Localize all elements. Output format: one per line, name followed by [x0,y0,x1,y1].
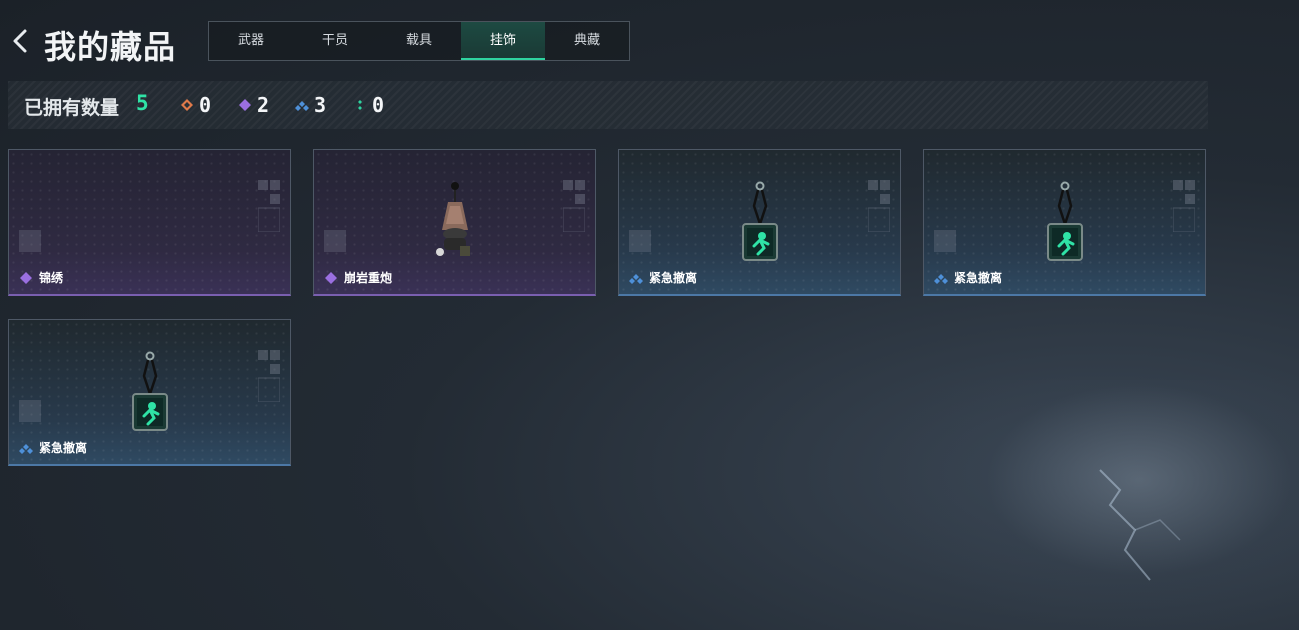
grid-decoration-icon [868,180,890,232]
square-decoration-icon [19,230,41,252]
owned-count-label: 已拥有数量 [24,97,120,119]
charm-card[interactable]: 紧急撤离 [618,149,901,296]
tab-collection[interactable]: 典藏 [545,22,629,60]
square-decoration-icon [19,400,41,422]
charm-name: 紧急撤离 [649,271,698,285]
charm-label: 紧急撤离 [934,269,1002,286]
charm-name: 紧急撤离 [954,271,1003,285]
page-title: 我的藏品 [44,28,177,66]
rarity-blue-count: 3 [314,93,327,117]
grid-decoration-icon [1173,180,1195,232]
category-tabs: 武器 干员 载具 挂饰 典藏 [208,21,630,61]
charm-card[interactable]: 紧急撤离 [923,149,1206,296]
owned-count-value: 5 [136,91,149,115]
emergency-evac-charm-icon [131,351,168,431]
blue-diamond-icon [19,443,33,454]
grid-decoration-icon [258,350,280,402]
grid-decoration-icon [563,180,585,232]
charm-label: 崩岩重炮 [324,269,392,286]
back-arrow-icon[interactable] [10,28,32,54]
charm-label: 紧急撤离 [19,439,87,456]
emergency-evac-charm-icon [741,181,778,261]
rarity-green-stat: 0 [353,93,384,117]
charm-card[interactable]: 崩岩重炮 [313,149,596,296]
tab-operators[interactable]: 干员 [293,22,377,60]
grid-decoration-icon [258,180,280,232]
rarity-blue-stat: 3 [295,93,326,117]
square-decoration-icon [629,230,651,252]
owned-stats-bar: 已拥有数量 5 0 2 3 0 [8,81,1208,129]
rarity-purple-stat: 2 [238,93,269,117]
rock-cannon-charm-icon [435,182,470,256]
square-decoration-icon [934,230,956,252]
tab-vehicles[interactable]: 载具 [377,22,461,60]
rarity-green-count: 0 [372,93,385,117]
lightning-decoration [1099,469,1181,581]
purple-diamond-icon [239,99,251,111]
blue-diamond-icon [934,273,948,284]
rarity-orange-stat: 0 [180,93,211,117]
rarity-orange-count: 0 [199,93,212,117]
emergency-evac-charm-icon [1046,181,1083,261]
blue-diamond-icon [629,273,643,284]
charm-label: 锦绣 [19,269,63,286]
square-decoration-icon [324,230,346,252]
charm-label: 紧急撤离 [629,269,697,286]
charm-card[interactable]: 紧急撤离 [8,319,291,466]
green-dots-icon [358,100,362,110]
purple-diamond-icon [325,271,337,284]
blue-diamond-icon [295,101,309,111]
charm-name: 崩岩重炮 [344,271,393,285]
tab-charms[interactable]: 挂饰 [461,22,545,60]
purple-diamond-icon [20,271,32,284]
charm-name: 锦绣 [39,271,64,285]
charm-card[interactable]: 锦绣 [8,149,291,296]
tab-weapons[interactable]: 武器 [209,22,293,60]
orange-diamond-icon [181,99,193,111]
charm-name: 紧急撤离 [39,441,88,455]
rarity-purple-count: 2 [257,93,270,117]
